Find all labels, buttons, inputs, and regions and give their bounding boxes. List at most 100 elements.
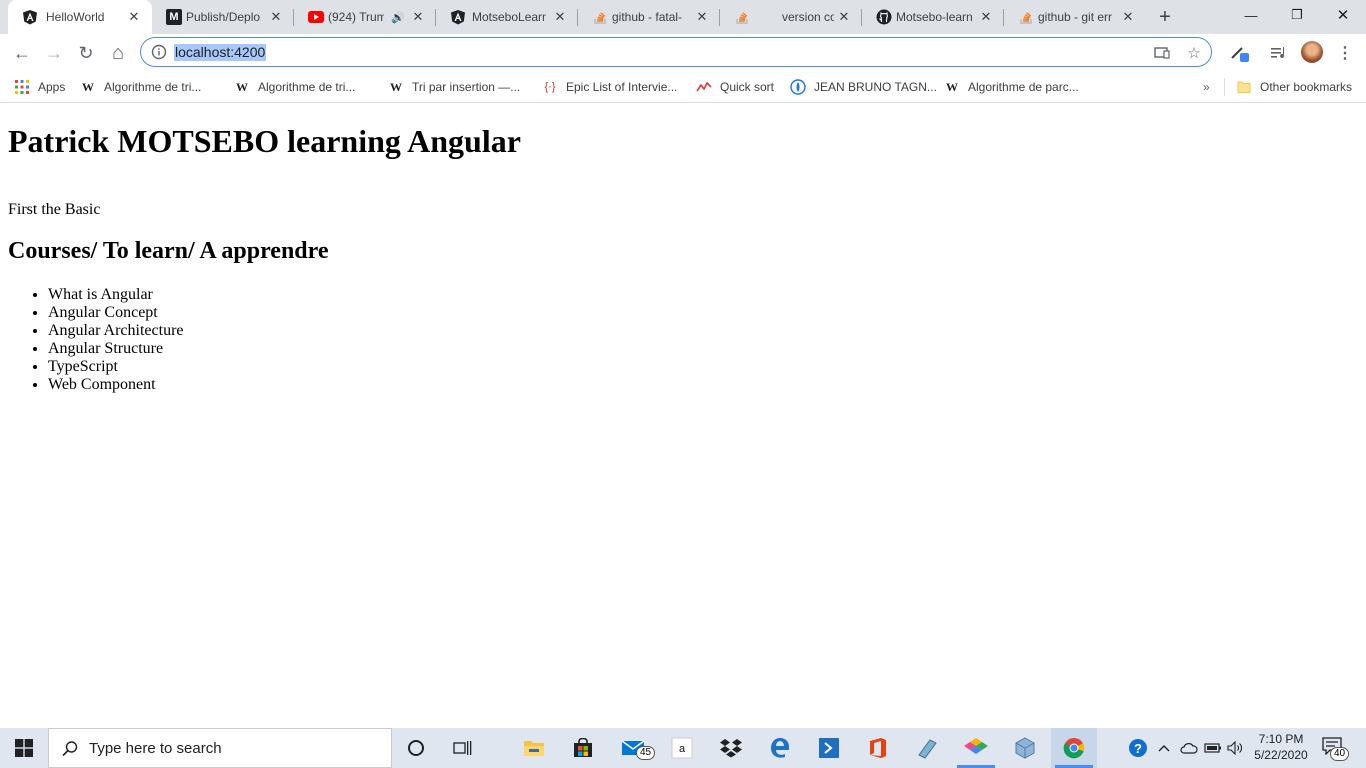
volume-icon[interactable] — [1227, 738, 1245, 758]
taskbar-search-input[interactable]: Type here to search — [48, 728, 392, 768]
other-bookmarks[interactable]: Other bookmarks — [1236, 77, 1352, 97]
menu-kebab-icon[interactable]: ⋮ — [1334, 42, 1356, 64]
bookmark-label: Quick sort — [720, 80, 775, 94]
reload-button[interactable]: ↻ — [74, 41, 98, 65]
angular-icon — [22, 9, 38, 25]
show-hidden-icons-chevron-icon[interactable] — [1156, 738, 1172, 758]
battery-icon[interactable] — [1204, 738, 1222, 758]
bookmark-item[interactable]: {·} Epic List of Intervie... — [542, 77, 677, 97]
page-heading: Patrick MOTSEBO learning Angular — [8, 123, 521, 159]
tab-version-control[interactable]: version contro ✕ — [720, 0, 862, 34]
tab-github-git-error[interactable]: github - git err ✕ — [1004, 0, 1146, 34]
dropbox-icon[interactable] — [708, 728, 754, 768]
back-button[interactable]: ← — [10, 41, 34, 65]
close-tab-icon[interactable]: ✕ — [268, 9, 284, 25]
windows-start-icon[interactable] — [0, 728, 48, 768]
extension-icon[interactable] — [1228, 42, 1250, 64]
wikipedia-icon: W — [236, 79, 248, 94]
windows-taskbar: Type here to search 45 a ? 7:10 PM 5/22/… — [0, 728, 1366, 768]
close-tab-icon[interactable]: ✕ — [126, 9, 142, 25]
bookmark-item[interactable]: W Algorithme de tri... — [234, 77, 355, 97]
cast-icon[interactable] — [1153, 44, 1171, 62]
close-tab-icon[interactable]: ✕ — [978, 9, 994, 25]
folder-icon — [1236, 79, 1252, 95]
audio-playing-icon[interactable]: 🔊 — [390, 9, 406, 25]
list-item: What is Angular — [48, 286, 184, 304]
close-tab-icon[interactable]: ✕ — [410, 9, 426, 25]
list-item: Angular Architecture — [48, 322, 184, 340]
tab-motsebolearning[interactable]: MotseboLearni ✕ — [436, 0, 578, 34]
onedrive-icon[interactable] — [1180, 738, 1198, 758]
powershell-icon[interactable] — [806, 728, 852, 768]
cortana-icon[interactable] — [393, 728, 439, 768]
info-icon[interactable] — [151, 44, 167, 60]
tab-publish-deploy[interactable]: M Publish/Deplo ✕ — [152, 0, 294, 34]
notification-center-icon[interactable]: 40 — [1322, 737, 1350, 761]
paint-3d-icon[interactable] — [953, 728, 999, 768]
apps-grid-icon — [14, 79, 30, 95]
youtube-icon — [308, 9, 324, 25]
minimize-button[interactable]: — — [1228, 0, 1274, 30]
help-icon[interactable]: ? — [1128, 738, 1148, 758]
bookmark-label: Algorithme de tri... — [258, 80, 356, 94]
address-bar[interactable]: localhost:4200 ☆ — [140, 37, 1212, 67]
new-tab-button[interactable]: + — [1155, 7, 1175, 27]
bookmark-item[interactable]: W Algorithme de tri... — [80, 77, 201, 97]
code-icon: {·} — [544, 81, 556, 93]
bookmarks-bar: Apps W Algorithme de tri... W Algorithme… — [0, 72, 1366, 103]
tab-youtube[interactable]: (924) Trum 🔊 ✕ — [294, 0, 436, 34]
wikipedia-icon: W — [82, 79, 94, 94]
forward-button[interactable]: → — [42, 41, 66, 65]
restore-button[interactable]: ❐ — [1274, 0, 1320, 30]
close-tab-icon[interactable]: ✕ — [552, 9, 568, 25]
system-clock[interactable]: 7:10 PM 5/22/2020 — [1248, 731, 1314, 763]
tab-title: MotseboLearni — [472, 10, 546, 24]
bookmark-apps[interactable]: Apps — [14, 77, 65, 97]
home-button[interactable]: ⌂ — [106, 41, 130, 65]
tab-helloworld[interactable]: HelloWorld ✕ — [8, 0, 152, 34]
wikipedia-icon: W — [390, 79, 402, 94]
tab-title: github - git err — [1038, 10, 1113, 24]
tab-title: HelloWorld — [46, 10, 105, 24]
close-tab-icon[interactable]: ✕ — [1120, 9, 1136, 25]
tab-motsebo-learn-github[interactable]: Motsebo-learn ✕ — [862, 0, 1004, 34]
notepad-app-icon[interactable] — [904, 728, 950, 768]
close-tab-icon[interactable]: ✕ — [836, 9, 852, 25]
list-item: Angular Structure — [48, 340, 184, 358]
github-icon — [876, 9, 892, 25]
microsoft-store-icon[interactable] — [560, 728, 606, 768]
amazon-icon[interactable]: a — [659, 728, 705, 768]
close-window-button[interactable]: ✕ — [1320, 0, 1366, 30]
wikipedia-icon: W — [946, 79, 958, 94]
tab-github-fatal[interactable]: github - fatal- ✕ — [578, 0, 720, 34]
tab-title: (924) Trum — [328, 10, 384, 24]
bookmark-item[interactable]: Quick sort — [696, 77, 774, 97]
close-tab-icon[interactable]: ✕ — [694, 9, 710, 25]
list-item: TypeScript — [48, 358, 184, 376]
tab-title: version contro — [782, 10, 834, 24]
chrome-icon[interactable] — [1051, 728, 1097, 768]
profile-avatar[interactable] — [1301, 41, 1323, 63]
mail-count-badge: 45 — [636, 746, 656, 760]
url-text[interactable]: localhost:4200 — [174, 44, 267, 61]
mail-icon[interactable]: 45 — [610, 728, 656, 768]
bookmark-item[interactable]: W Tri par insertion —... — [388, 77, 520, 97]
bookmark-item[interactable]: W Algorithme de parc... — [944, 77, 1079, 97]
search-icon — [61, 740, 79, 758]
bookmark-label: Algorithme de parc... — [968, 80, 1079, 94]
list-item: Angular Concept — [48, 304, 184, 322]
clock-date: 5/22/2020 — [1254, 748, 1308, 762]
bookmark-label: Algorithme de tri... — [104, 80, 202, 94]
task-view-icon[interactable] — [440, 728, 486, 768]
edge-icon[interactable] — [757, 728, 803, 768]
file-explorer-icon[interactable] — [511, 728, 557, 768]
virtualbox-icon[interactable] — [1002, 728, 1048, 768]
media-control-icon[interactable] — [1268, 42, 1290, 64]
bookmark-item[interactable]: JEAN BRUNO TAGN... — [790, 77, 937, 97]
browser-toolbar: ← → ↻ ⌂ localhost:4200 ☆ ⋮ — [0, 34, 1366, 72]
bookmark-star-icon[interactable]: ☆ — [1185, 44, 1203, 62]
office-icon[interactable] — [855, 728, 901, 768]
list-item: Web Component — [48, 376, 184, 394]
intro-text: First the Basic — [8, 201, 101, 218]
more-bookmarks-chevron-icon[interactable]: » — [1203, 80, 1210, 94]
